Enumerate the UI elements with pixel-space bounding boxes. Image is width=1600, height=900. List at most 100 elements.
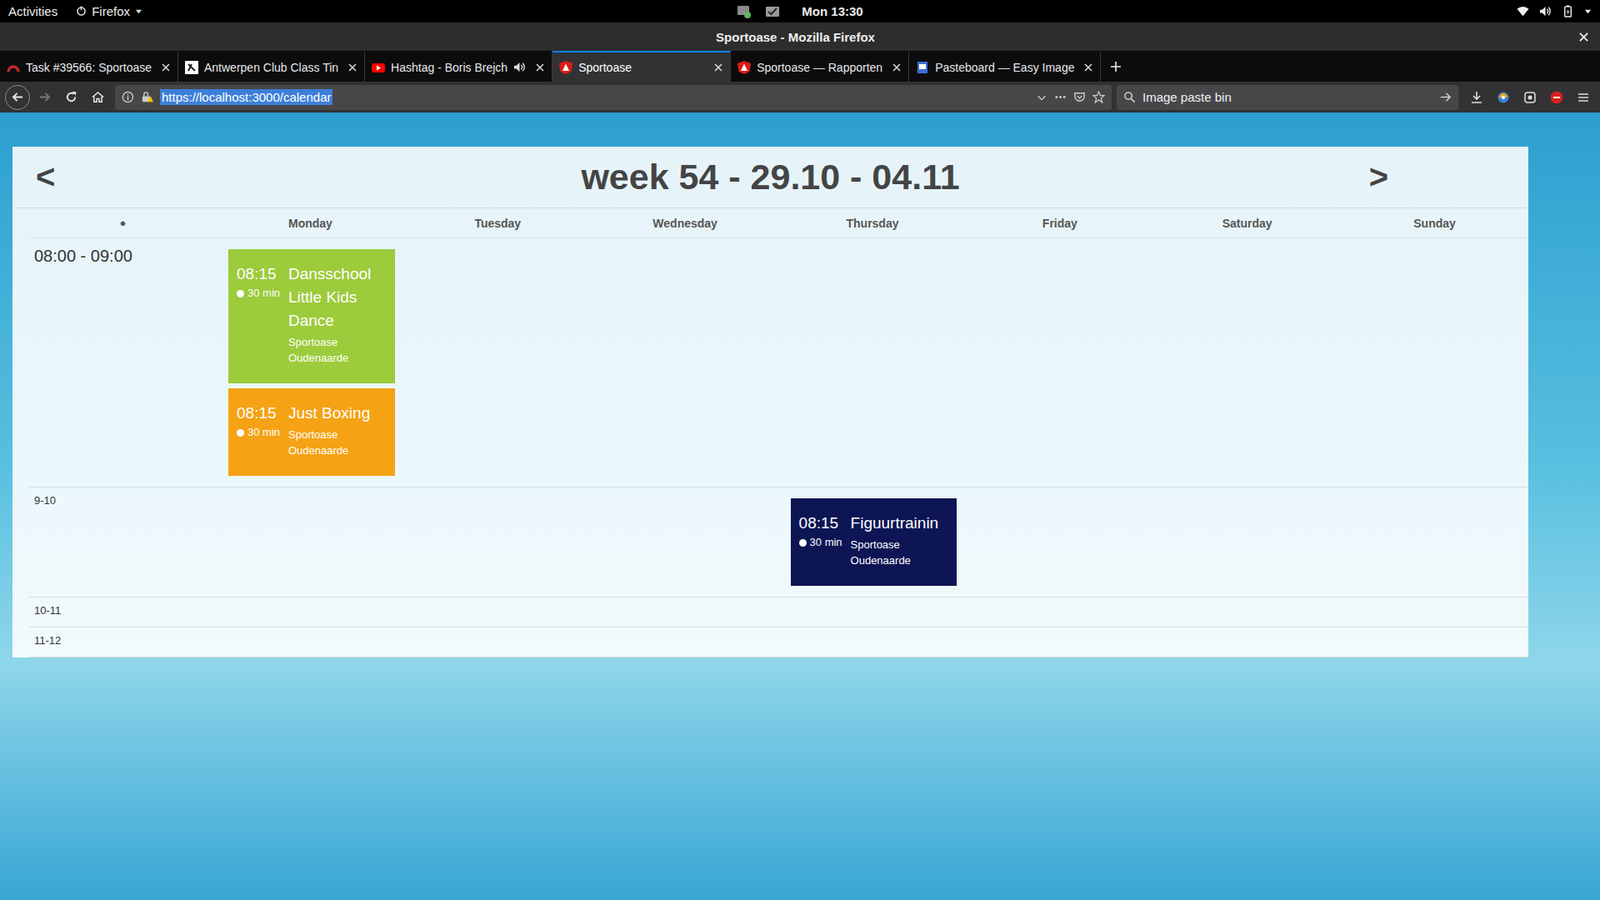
search-field[interactable]: Image paste bin <box>1116 85 1459 110</box>
forward-arrow-icon <box>38 90 51 104</box>
day-cell[interactable] <box>404 487 592 597</box>
previous-week-button[interactable]: < <box>35 158 55 196</box>
url-field[interactable]: https://localhost:3000/calendar <box>115 85 1112 110</box>
tab-label: Hashtag - Boris Brejch <box>390 60 508 75</box>
speaker-icon[interactable] <box>513 60 526 74</box>
day-cell[interactable] <box>1340 487 1529 597</box>
event-location: Sportoase Oudenaarde <box>288 334 390 366</box>
day-cell[interactable] <box>216 627 405 657</box>
navigation-toolbar: https://localhost:3000/calendar Image pas… <box>0 81 1600 113</box>
event-time: 08:15 <box>799 511 851 535</box>
home-button[interactable] <box>85 85 110 110</box>
activities-button[interactable]: Activities <box>8 4 58 19</box>
close-tab-icon[interactable] <box>347 62 358 73</box>
browser-tab[interactable]: Task #39566: Sportoase <box>0 50 179 82</box>
app-menu[interactable]: Firefox <box>75 4 143 19</box>
go-arrow-icon[interactable] <box>1439 90 1452 104</box>
hour-row: 9-1008:1530 minFiguurtraininSportoase Ou… <box>29 487 1529 598</box>
club-icon <box>185 60 199 75</box>
day-cell[interactable] <box>1340 238 1529 487</box>
day-header-row: ●MondayTuesdayWednesdayThursdayFridaySat… <box>29 208 1529 239</box>
day-cell[interactable] <box>1153 238 1341 487</box>
day-cell[interactable] <box>965 238 1154 487</box>
browser-tab[interactable]: Sportoase <box>552 50 731 82</box>
day-cell[interactable] <box>1340 627 1529 657</box>
browser-tab[interactable]: Pasteboard — Easy Image <box>909 50 1101 82</box>
day-cell[interactable] <box>591 487 780 597</box>
info-icon[interactable] <box>121 90 135 104</box>
day-cell[interactable]: 08:1530 minDansschool Little Kids DanceS… <box>216 238 405 487</box>
sync-icon[interactable] <box>1523 90 1537 105</box>
page-actions-icon[interactable] <box>1054 90 1067 104</box>
day-cell[interactable] <box>965 597 1154 627</box>
day-cell[interactable] <box>591 597 780 627</box>
dropdown-chevron-icon[interactable] <box>1035 91 1048 104</box>
calendar-event[interactable]: 08:1530 minFiguurtraininSportoase Oudena… <box>790 498 958 586</box>
close-icon[interactable] <box>1579 32 1589 42</box>
event-title: Just Boxing <box>288 401 390 425</box>
day-cell[interactable] <box>404 597 592 627</box>
day-name: Sunday <box>1340 216 1529 230</box>
calendar-event[interactable]: 08:1530 minDansschool Little Kids DanceS… <box>228 249 395 384</box>
next-week-button[interactable]: > <box>1369 158 1389 196</box>
menu-icon[interactable] <box>1576 90 1590 105</box>
reload-button[interactable] <box>58 85 84 110</box>
day-cell[interactable] <box>404 238 592 487</box>
tab-label: Antwerpen Club Class Tin <box>204 60 339 75</box>
new-tab-button[interactable] <box>1100 50 1131 82</box>
clock-icon <box>236 429 245 437</box>
day-cell[interactable] <box>1340 597 1529 627</box>
back-button[interactable] <box>5 85 30 110</box>
close-tab-icon[interactable] <box>1083 62 1094 73</box>
reload-icon <box>65 90 78 104</box>
window-titlebar: Sportoase - Mozilla Firefox <box>0 22 1600 51</box>
week-title: week 54 - 29.10 - 04.11 <box>580 156 960 198</box>
caret-icon <box>135 7 143 15</box>
downloads-icon[interactable] <box>1470 90 1484 105</box>
day-cell[interactable] <box>1153 627 1341 657</box>
day-cell[interactable] <box>216 597 405 627</box>
mail-indicator-icon[interactable] <box>765 4 780 20</box>
browser-tab[interactable]: Sportoase — Rapporten <box>730 50 910 82</box>
hour-label: 08:00 - 09:00 <box>29 238 217 487</box>
day-cell[interactable] <box>779 238 967 487</box>
top-bar: Activities Firefox Mon 13:30 <box>0 0 1600 23</box>
day-cell[interactable] <box>779 627 967 657</box>
close-tab-icon[interactable] <box>891 62 902 73</box>
close-tab-icon[interactable] <box>535 62 545 73</box>
corner-dot: ● <box>29 216 217 230</box>
bookmark-star-icon[interactable] <box>1092 90 1105 104</box>
day-cell[interactable] <box>1153 487 1341 597</box>
day-cell[interactable] <box>404 627 592 657</box>
day-cell[interactable]: 08:1530 minFiguurtraininSportoase Oudena… <box>779 487 967 597</box>
extension-icon[interactable] <box>1496 90 1510 105</box>
forward-button[interactable] <box>31 85 57 110</box>
insecure-lock-icon[interactable] <box>140 90 154 104</box>
event-duration: 30 min <box>236 285 289 301</box>
day-cell[interactable] <box>1153 597 1341 627</box>
browser-tab[interactable]: Antwerpen Club Class Tin <box>178 50 365 82</box>
tab-label: Pasteboard — Easy Image <box>935 60 1075 75</box>
adblock-icon[interactable] <box>1550 90 1564 105</box>
indicator-icon[interactable] <box>736 4 752 20</box>
hour-row: 08:00 - 09:0008:1530 minDansschool Littl… <box>29 238 1529 488</box>
day-cell[interactable] <box>216 487 405 597</box>
day-cell[interactable] <box>965 627 1154 657</box>
day-cell[interactable] <box>591 627 780 657</box>
calendar-panel: < week 54 - 29.10 - 04.11 > ●MondayTuesdayW… <box>12 146 1529 658</box>
browser-tab[interactable]: Hashtag - Boris Brejch <box>365 50 553 82</box>
day-cell[interactable] <box>965 487 1154 597</box>
search-text: Image paste bin <box>1142 90 1232 105</box>
home-icon <box>91 90 105 104</box>
day-name: Saturday <box>1153 216 1341 230</box>
calendar-event[interactable]: 08:1530 minJust BoxingSportoase Oudenaar… <box>228 388 395 476</box>
day-cell[interactable] <box>591 238 780 487</box>
pasteboard-icon <box>915 60 930 75</box>
close-tab-icon[interactable] <box>160 62 171 73</box>
close-tab-icon[interactable] <box>713 62 724 73</box>
system-menu[interactable] <box>863 5 1592 18</box>
clock[interactable]: Mon 13:30 <box>801 4 863 19</box>
day-cell[interactable] <box>779 597 967 627</box>
event-time: 08:15 <box>236 401 289 425</box>
pocket-icon[interactable] <box>1073 90 1086 104</box>
